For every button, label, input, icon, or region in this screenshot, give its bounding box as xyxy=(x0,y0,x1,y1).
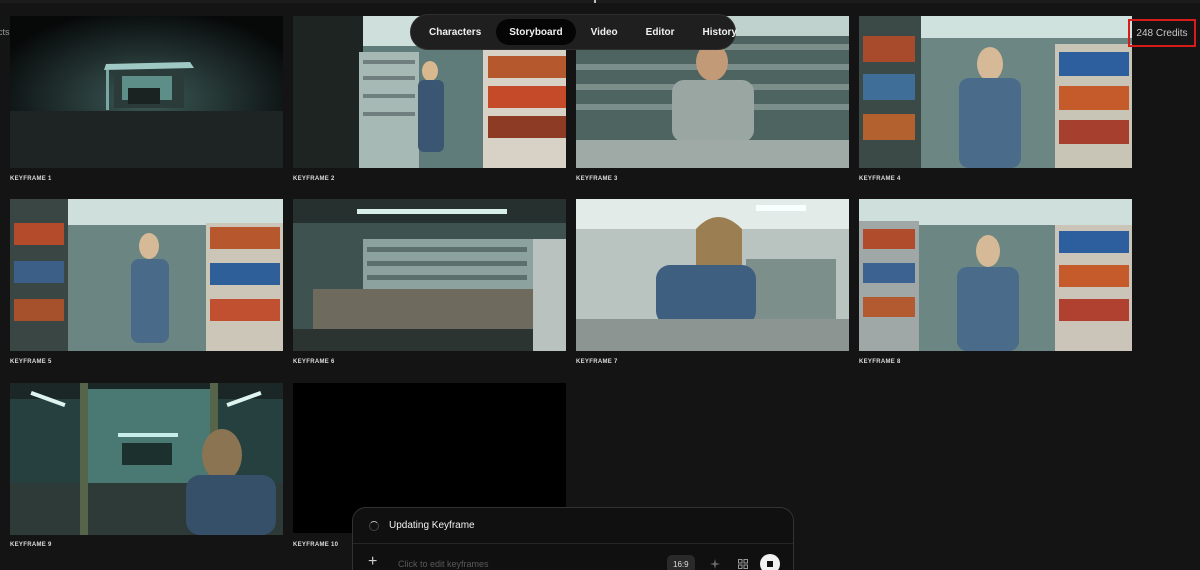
tab-history[interactable]: History xyxy=(690,19,750,45)
status-text: Updating Keyframe xyxy=(389,520,475,531)
main-nav-tabs: Characters Storyboard Video Editor Histo… xyxy=(410,14,737,50)
loading-spinner-icon xyxy=(369,520,379,531)
projects-link[interactable]: cts xyxy=(0,27,10,37)
keyframe-thumbnail-7[interactable] xyxy=(576,199,849,351)
keyframe-thumbnail-5[interactable] xyxy=(10,199,283,351)
tab-editor[interactable]: Editor xyxy=(633,19,688,45)
credits-badge[interactable]: 248 Credits xyxy=(1128,19,1196,47)
keyframe-label: KEYFRAME 10 xyxy=(293,542,339,548)
keyframe-thumbnail-4[interactable] xyxy=(859,16,1132,168)
keyframe-label: KEYFRAME 3 xyxy=(576,176,618,182)
keyframe-thumbnail-9[interactable] xyxy=(10,383,283,535)
window-top-edge xyxy=(0,0,1200,3)
keyframe-thumbnail-1[interactable] xyxy=(10,16,283,168)
keyframe-label: KEYFRAME 6 xyxy=(293,359,335,365)
plus-icon[interactable]: + xyxy=(368,554,377,570)
stop-icon[interactable] xyxy=(760,554,780,570)
keyframe-label: KEYFRAME 4 xyxy=(859,176,901,182)
keyframe-thumbnail-8[interactable] xyxy=(859,199,1132,351)
prompt-input[interactable]: Click to edit keyframes xyxy=(398,559,489,569)
panel-divider xyxy=(353,543,793,544)
tab-storyboard[interactable]: Storyboard xyxy=(496,19,576,45)
sparkle-icon[interactable] xyxy=(707,556,723,570)
update-status: Updating Keyframe xyxy=(369,520,475,531)
keyframe-label: KEYFRAME 9 xyxy=(10,542,52,548)
grid-icon[interactable] xyxy=(735,556,751,570)
keyframe-label: KEYFRAME 5 xyxy=(10,359,52,365)
keyframe-label: KEYFRAME 7 xyxy=(576,359,618,365)
aspect-ratio-button[interactable]: 16:9 xyxy=(667,555,695,570)
keyframe-label: KEYFRAME 2 xyxy=(293,176,335,182)
tab-video[interactable]: Video xyxy=(578,19,631,45)
keyframe-label: KEYFRAME 1 xyxy=(10,176,52,182)
keyframe-edit-panel: Updating Keyframe + Click to edit keyfra… xyxy=(352,507,794,570)
keyframe-label: KEYFRAME 8 xyxy=(859,359,901,365)
keyframe-thumbnail-6[interactable] xyxy=(293,199,566,351)
tab-characters[interactable]: Characters xyxy=(416,19,494,45)
